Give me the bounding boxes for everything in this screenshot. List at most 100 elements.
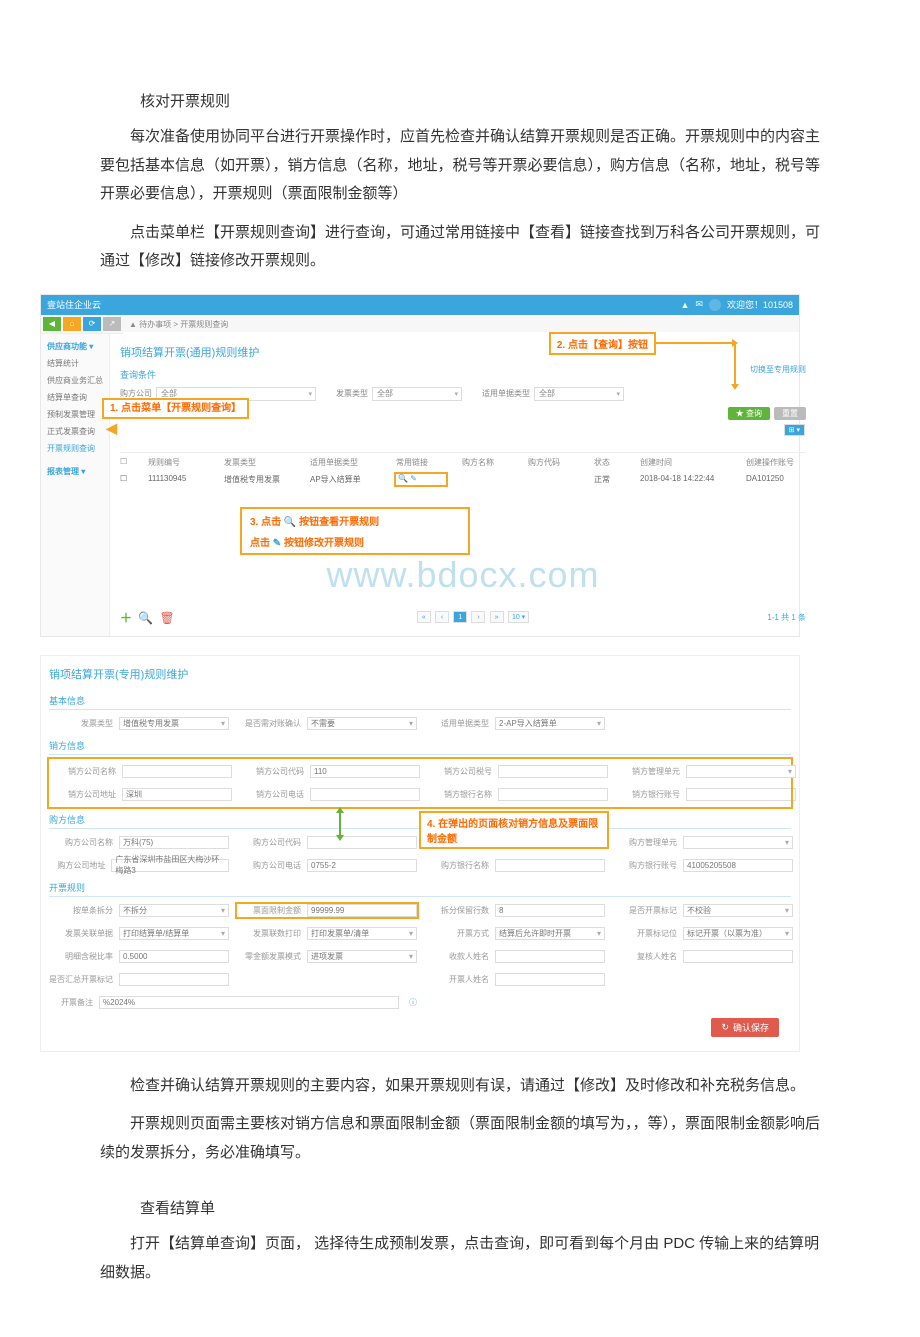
pager-current[interactable]: 1: [453, 611, 467, 623]
confirm-save-button[interactable]: 确认保存: [711, 1018, 779, 1037]
lab-basic-2: 是否需对账确认: [237, 718, 301, 729]
pager-size[interactable]: 10 ▾: [508, 611, 529, 623]
sidebar-item-settle-stats[interactable]: 结算统计: [45, 355, 105, 372]
val-s3[interactable]: [498, 765, 608, 778]
val-r15[interactable]: [495, 973, 605, 986]
mail-icon[interactable]: ✉: [695, 299, 703, 310]
bell-icon[interactable]: ▲: [680, 300, 689, 310]
sidebar-head-supplier: 供应商功能 ▾: [45, 338, 105, 355]
val-b2[interactable]: [307, 836, 417, 849]
delete-icon[interactable]: 🗑: [159, 611, 178, 625]
refresh-icon[interactable]: ⟳: [83, 317, 101, 331]
val-r11[interactable]: [495, 950, 605, 963]
sidebar-item-draft-invoice[interactable]: 预制发票管理: [45, 406, 105, 423]
home-icon[interactable]: ⌂: [63, 317, 81, 331]
pager-last[interactable]: »: [490, 611, 504, 623]
val-b7[interactable]: [495, 859, 605, 872]
val-s8[interactable]: [686, 788, 796, 801]
lab-r11: 收款人姓名: [425, 951, 489, 962]
val-r12[interactable]: [683, 950, 793, 963]
val-s5[interactable]: 深圳: [122, 788, 232, 801]
para-1: 每次准备使用协同平台进行开票操作时，应首先检查并确认结算开票规则是否正确。开票规…: [100, 123, 820, 209]
sidebar-head-report: 报表管理 ▾: [45, 463, 105, 480]
switch-rule-link[interactable]: 切换至专用规则: [750, 364, 806, 375]
table-header: ☐ 规则编号 发票类型 适用单据类型 常用链接 购方名称 购方代码 状态 创建时…: [120, 452, 806, 472]
chevron-down-icon[interactable]: ▾: [81, 467, 85, 476]
pager-first[interactable]: «: [417, 611, 431, 623]
filter-select-doctype[interactable]: 全部: [534, 387, 624, 401]
crumb-icon: ▲: [129, 320, 137, 329]
val-b5[interactable]: 广东省深圳市盐田区大梅沙环梅路3: [111, 859, 229, 872]
val-r13[interactable]: [119, 973, 229, 986]
lab-s8: 销方银行账号: [616, 789, 680, 800]
view-icon[interactable]: 🔍: [398, 474, 408, 483]
val-s1[interactable]: [122, 765, 232, 778]
val-b4[interactable]: [683, 836, 793, 849]
pager-next[interactable]: ›: [471, 611, 485, 623]
cell-doc: AP导入结算单: [310, 474, 380, 485]
sidebar: 供应商功能 ▾ 结算统计 供应商业务汇总 结算单查询 预制发票管理 正式发票查询…: [41, 334, 110, 636]
user-greeting: 欢迎您！101508: [727, 298, 793, 311]
val-r5[interactable]: 打印结算单/结算单: [119, 927, 229, 940]
col-bname: 购方名称: [462, 457, 512, 468]
val-r10[interactable]: 进项发票: [307, 950, 417, 963]
val-r6[interactable]: 打印发票单/清单: [307, 927, 417, 940]
val-r2[interactable]: 99999.99: [307, 904, 417, 917]
lab-r10: 零金额发票模式: [237, 951, 301, 962]
cell-id: 111130945: [148, 474, 208, 485]
val-b1[interactable]: 万科(75): [119, 836, 229, 849]
val-r7[interactable]: 结算后允许即时开票: [495, 927, 605, 940]
lab-basic-1: 发票类型: [49, 718, 113, 729]
val-s2[interactable]: 110: [310, 765, 420, 778]
val-b8[interactable]: 41005205508: [683, 859, 793, 872]
val-s4[interactable]: [686, 765, 796, 778]
sidebar-item-biz-summary[interactable]: 供应商业务汇总: [45, 372, 105, 389]
col-link: 常用链接: [396, 457, 446, 468]
table-row: ☐ 111130945 增值税专用发票 AP导入结算单 🔍 ✎ 正常 2018-…: [120, 472, 806, 487]
lab-s1: 销方公司名称: [52, 766, 116, 777]
val-basic-2[interactable]: 不需要: [307, 717, 417, 730]
query-button[interactable]: ★ 查询: [728, 407, 770, 420]
val-r8[interactable]: 标记开票（以票为准）: [683, 927, 793, 940]
reset-button[interactable]: 重置: [774, 407, 806, 420]
val-b6[interactable]: 0755-2: [307, 859, 417, 872]
table-footer: ＋ 🔍 🗑 « ‹ 1 › » 10 ▾ 1-1 共 1 条: [120, 605, 806, 630]
back-icon[interactable]: ◀: [43, 317, 61, 331]
lab-b5: 购方公司地址: [49, 860, 105, 871]
val-s6[interactable]: [310, 788, 420, 801]
val-basic-1[interactable]: 增值税专用发票: [119, 717, 229, 730]
col-time: 创建时间: [640, 457, 730, 468]
avatar[interactable]: [709, 299, 721, 311]
add-icon[interactable]: ＋: [120, 611, 136, 625]
val-r9[interactable]: 0.5000: [119, 950, 229, 963]
val-r4[interactable]: 不校验: [683, 904, 793, 917]
pager-prev[interactable]: ‹: [435, 611, 449, 623]
val-s7[interactable]: [498, 788, 608, 801]
lab-s6: 销方公司电话: [240, 789, 304, 800]
lab-s4: 销方管理单元: [616, 766, 680, 777]
val-r1[interactable]: 不拆分: [119, 904, 229, 917]
val-basic-3[interactable]: 2-AP导入结算单: [495, 717, 605, 730]
lab-s3: 销方公司税号: [428, 766, 492, 777]
chevron-down-icon[interactable]: ▾: [89, 342, 93, 351]
sidebar-item-rule-query[interactable]: 开票规则查询: [45, 440, 105, 457]
info-icon[interactable]: ⓘ: [409, 997, 417, 1008]
sidebar-item-settle-query[interactable]: 结算单查询: [45, 389, 105, 406]
lab-b8: 购方银行账号: [613, 860, 677, 871]
col-status: 状态: [594, 457, 624, 468]
val-r3[interactable]: 8: [495, 904, 605, 917]
val-r16[interactable]: %2024%: [99, 996, 399, 1009]
cell-bname: [462, 474, 512, 485]
zoom-icon[interactable]: 🔍: [138, 611, 157, 625]
row-checkbox[interactable]: ☐: [120, 474, 132, 485]
filter-label-doctype: 适用单据类型: [482, 388, 530, 399]
filter-select-invtype[interactable]: 全部: [372, 387, 462, 401]
lab-b4: 购方管理单元: [613, 837, 677, 848]
lab-b1: 购方公司名称: [49, 837, 113, 848]
lab-s2: 销方公司代码: [240, 766, 304, 777]
share-icon[interactable]: ↗: [103, 317, 121, 331]
edit-icon[interactable]: ✎: [410, 474, 417, 483]
sidebar-item-formal-invoice[interactable]: 正式发票查询: [45, 423, 105, 440]
col-bcode: 购方代码: [528, 457, 578, 468]
column-toggle-button[interactable]: ⊞ ▾: [784, 424, 805, 436]
